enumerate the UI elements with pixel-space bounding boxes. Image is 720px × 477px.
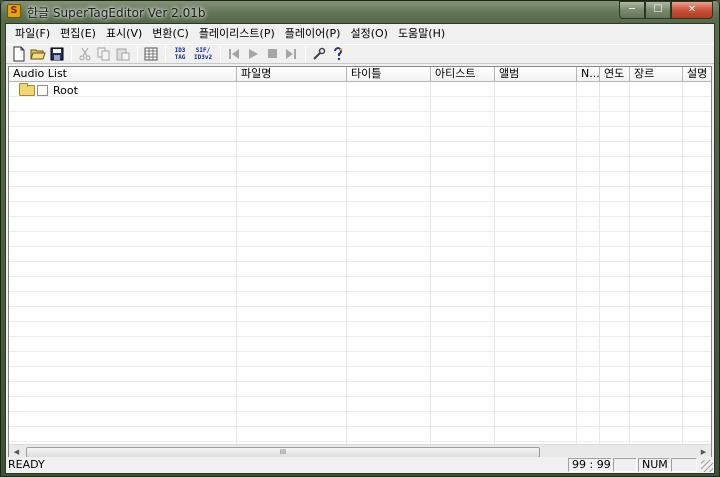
play-icon[interactable] — [244, 45, 262, 63]
id3-tag-button[interactable]: ID3 TAG — [170, 46, 190, 62]
column-header-genre[interactable]: 장르 — [630, 67, 683, 82]
grid-view-icon[interactable] — [142, 45, 160, 63]
status-position: 99 : 99 — [568, 458, 612, 472]
close-button[interactable]: ✕ — [671, 1, 713, 19]
grid-column — [683, 82, 711, 444]
column-header-number[interactable]: N... — [577, 67, 600, 82]
status-pane-empty — [671, 458, 697, 472]
audio-list-view[interactable]: Audio List 파일명 타이틀 아티스트 앨범 N... 연도 장르 설명 — [8, 66, 712, 460]
status-text: READY — [8, 458, 45, 471]
id3-tag-line1: ID3 — [174, 47, 186, 54]
id3-tag-line2: TAG — [174, 54, 186, 61]
menu-player[interactable]: 플레이어(P) — [280, 25, 346, 43]
grid-column — [630, 82, 683, 444]
menu-bar: 파일(F) 편집(E) 표시(V) 변환(C) 플레이리스트(P) 플레이어(P… — [6, 24, 714, 44]
status-num: NUM — [638, 458, 670, 472]
menu-settings[interactable]: 설정(O) — [345, 25, 392, 43]
toolbar-separator — [137, 46, 138, 62]
menu-convert[interactable]: 변환(C) — [147, 25, 194, 43]
open-folder-icon[interactable] — [29, 45, 47, 63]
tree-item-label: Root — [53, 83, 78, 97]
previous-track-icon[interactable] — [225, 45, 243, 63]
sif-tag-line2: ID3v2 — [194, 54, 213, 61]
title-prefix: 한글 — [27, 6, 50, 20]
paste-icon[interactable] — [114, 45, 132, 63]
sif-tag-button[interactable]: SIF/ ID3v2 — [193, 46, 213, 62]
toolbar-separator — [305, 46, 306, 62]
column-header-year[interactable]: 연도 — [600, 67, 630, 82]
title-bar[interactable]: S 한글 SuperTagEditor Ver 2.01b ─ ☐ ✕ — [1, 1, 719, 23]
toolbar: ID3 TAG SIF/ ID3v2 — [6, 44, 714, 64]
scrollbar-thumb[interactable]: III — [26, 446, 540, 458]
cut-icon[interactable] — [76, 45, 94, 63]
root-checkbox[interactable] — [37, 84, 48, 96]
grid-column — [431, 82, 495, 444]
grid-column — [600, 82, 630, 444]
grid-column — [237, 82, 347, 444]
next-track-icon[interactable] — [282, 45, 300, 63]
column-header-description[interactable]: 설명 — [683, 67, 711, 82]
tree-item-root[interactable]: Root — [19, 82, 78, 97]
grid-column — [577, 82, 600, 444]
list-grid — [9, 82, 711, 444]
column-header-title[interactable]: 타이틀 — [347, 67, 431, 82]
copy-icon[interactable] — [95, 45, 113, 63]
grid-column — [495, 82, 577, 444]
toolbar-separator — [165, 46, 166, 62]
sif-tag-line1: SIF/ — [195, 47, 211, 54]
column-header-audio-list[interactable]: Audio List — [9, 67, 237, 82]
menu-edit[interactable]: 편집(E) — [55, 25, 101, 43]
grid-column — [9, 82, 237, 444]
new-file-icon[interactable] — [10, 45, 28, 63]
menu-playlist[interactable]: 플레이리스트(P) — [194, 25, 280, 43]
column-header-album[interactable]: 앨범 — [495, 67, 577, 82]
title-text: SuperTagEditor Ver 2.01b — [52, 6, 206, 20]
resize-grip-icon[interactable] — [701, 460, 713, 472]
stop-icon[interactable] — [263, 45, 281, 63]
help-icon[interactable] — [329, 45, 347, 63]
app-window: S 한글 SuperTagEditor Ver 2.01b ─ ☐ ✕ 파일(F… — [0, 0, 720, 477]
column-header-filename[interactable]: 파일명 — [237, 67, 347, 82]
status-bar: READY 99 : 99 NUM — [6, 457, 714, 473]
toolbar-separator — [220, 46, 221, 62]
wrench-icon[interactable] — [310, 45, 328, 63]
folder-icon — [19, 82, 35, 96]
menu-file[interactable]: 파일(F) — [10, 25, 55, 43]
menu-view[interactable]: 표시(V) — [101, 25, 147, 43]
caption-buttons: ─ ☐ ✕ — [619, 1, 713, 19]
menu-help[interactable]: 도움말(H) — [393, 25, 450, 43]
grid-column — [347, 82, 431, 444]
client-area: 파일(F) 편집(E) 표시(V) 변환(C) 플레이리스트(P) 플레이어(P… — [5, 23, 715, 474]
save-icon[interactable] — [48, 45, 66, 63]
list-header: Audio List 파일명 타이틀 아티스트 앨범 N... 연도 장르 설명 — [9, 67, 711, 82]
window-title: 한글 SuperTagEditor Ver 2.01b — [27, 4, 205, 21]
column-header-artist[interactable]: 아티스트 — [431, 67, 495, 82]
maximize-button[interactable]: ☐ — [645, 1, 671, 19]
app-icon[interactable]: S — [7, 4, 21, 18]
minimize-button[interactable]: ─ — [619, 1, 645, 19]
status-pane-empty — [613, 458, 637, 472]
toolbar-separator — [71, 46, 72, 62]
